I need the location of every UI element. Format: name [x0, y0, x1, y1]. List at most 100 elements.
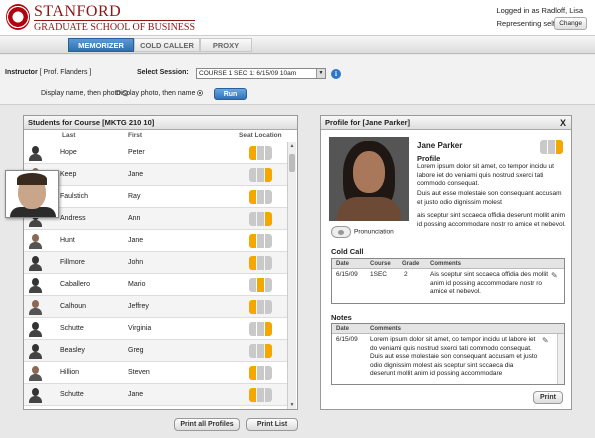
table-row[interactable]: Schutte Virginia — [24, 318, 288, 340]
seat-segment — [257, 300, 264, 314]
table-row[interactable]: Hope Peter — [24, 142, 288, 164]
scrollbar[interactable]: ▲ ▼ — [287, 142, 296, 409]
table-row[interactable]: Andress Ann — [24, 208, 288, 230]
seat-location — [249, 256, 273, 270]
print-list-button[interactable]: Print List — [246, 418, 298, 431]
table-row[interactable]: Beasley Greg — [24, 340, 288, 362]
student-avatar[interactable] — [28, 233, 42, 249]
seat-location — [249, 388, 273, 402]
student-last-name: Faulstich — [60, 193, 89, 200]
seat-segment — [257, 212, 264, 226]
students-panel-title: Students for Course [MKTG 210 10] — [24, 116, 297, 130]
scroll-thumb[interactable] — [289, 154, 295, 172]
seat-segment — [249, 300, 256, 314]
notes-scrollbar[interactable] — [557, 334, 564, 384]
tab-memorizer[interactable]: MEMORIZER — [68, 38, 134, 52]
student-avatar[interactable] — [28, 255, 42, 271]
profile-paragraph: ais sceptur sint sccaeca offidia deserun… — [417, 212, 566, 228]
table-row[interactable]: Caballero Mario — [24, 274, 288, 296]
seat-segment — [257, 190, 264, 204]
student-avatar[interactable] — [28, 387, 42, 403]
edit-pencil-icon[interactable]: ✎ — [551, 271, 558, 281]
speaker-icon[interactable] — [331, 226, 351, 238]
instructor-value: [ Prof. Flanders ] — [39, 69, 92, 76]
seat-segment — [265, 388, 272, 402]
pronunciation[interactable]: Pronunciation — [331, 226, 394, 238]
photo-body — [337, 197, 401, 221]
notes-title: Notes — [331, 313, 352, 322]
student-last-name: Fillmore — [60, 259, 85, 266]
chevron-down-icon[interactable]: ▼ — [316, 69, 325, 78]
instructor-label: Instructor [ Prof. Flanders ] — [5, 69, 92, 76]
scroll-down-icon[interactable]: ▼ — [288, 401, 296, 409]
session-select-value: COURSE 1 SEC 1: 6/15/09 10am — [199, 70, 297, 77]
seat-segment — [265, 212, 272, 226]
session-select[interactable]: COURSE 1 SEC 1: 6/15/09 10am ▼ — [196, 68, 326, 79]
seat-location — [249, 234, 273, 248]
change-button[interactable]: Change — [554, 17, 587, 30]
radio-photo-then-name[interactable] — [197, 90, 204, 97]
student-last-name: Schutte — [60, 391, 84, 398]
notes-table: Date Comments 6/15/09 Lorem ipsum dolor … — [331, 323, 565, 385]
seat-segment — [265, 300, 272, 314]
seat-segment — [265, 278, 272, 292]
col-first-header[interactable]: First — [128, 132, 142, 139]
student-last-name: Schutte — [60, 325, 84, 332]
header-comments: Comments — [370, 326, 402, 332]
student-last-name: Keep — [60, 171, 77, 178]
notes-header: Date Comments — [332, 324, 564, 334]
seat-segment — [249, 366, 256, 380]
display-option-2[interactable]: Display photo, then name — [116, 90, 204, 97]
table-row[interactable]: Keep Jane — [24, 164, 288, 186]
student-first-name: Jane — [128, 237, 144, 244]
seat-segment — [257, 322, 264, 336]
table-row[interactable]: Calhoun Jeffrey — [24, 296, 288, 318]
seat-segment — [257, 168, 264, 182]
cc-date: 6/15/09 — [336, 271, 358, 278]
student-avatar[interactable] — [28, 343, 42, 359]
student-avatar[interactable] — [28, 277, 42, 293]
seat-segment — [249, 278, 256, 292]
profile-paragraph: Duis aut esse molestaie son consequant a… — [417, 190, 562, 206]
seat-segment — [249, 168, 256, 182]
edit-pencil-icon[interactable]: ✎ — [542, 336, 549, 346]
seat-segment — [548, 140, 555, 154]
scroll-up-icon[interactable]: ▲ — [288, 142, 296, 150]
student-first-name: Jane — [128, 391, 144, 398]
seat-segment — [257, 256, 264, 270]
info-icon[interactable]: i — [331, 69, 341, 79]
run-button[interactable]: Run — [214, 88, 247, 100]
print-all-profiles-button[interactable]: Print all Profiles — [174, 418, 240, 431]
student-last-name: Andress — [60, 215, 86, 222]
table-row[interactable]: Hillion Steven — [24, 362, 288, 384]
student-first-name: Greg — [128, 347, 144, 354]
cc-grade: 2 — [404, 271, 408, 278]
table-row[interactable]: Fillmore John — [24, 252, 288, 274]
tab-proxy[interactable]: PROXY — [200, 38, 252, 52]
student-avatar[interactable] — [28, 321, 42, 337]
seat-location — [249, 344, 273, 358]
table-row[interactable]: Hunt Jane — [24, 230, 288, 252]
col-last-header[interactable]: Last — [62, 132, 75, 139]
print-button[interactable]: Print — [533, 391, 563, 404]
seat-location — [249, 300, 273, 314]
seat-segment — [265, 190, 272, 204]
table-row[interactable]: Schutte Jane — [24, 384, 288, 406]
tab-cold-caller[interactable]: COLD CALLER — [134, 38, 200, 52]
student-first-name: Ray — [128, 193, 141, 200]
student-avatar[interactable] — [28, 365, 42, 381]
table-row[interactable]: Faulstich Ray — [24, 186, 288, 208]
header-date: Date — [336, 326, 350, 332]
stanford-seal-logo — [6, 4, 30, 30]
table-row[interactable]: MelloCathy — [24, 406, 288, 409]
cc-comment: Ais sceptur sint sccaeca offidia des mol… — [430, 271, 549, 295]
representing-text: Representing self — [496, 19, 555, 28]
student-avatar[interactable] — [28, 145, 42, 161]
student-first-name: John — [128, 259, 144, 266]
col-seat-header[interactable]: Seat Location — [239, 132, 282, 139]
close-icon[interactable]: X — [560, 118, 566, 128]
seat-segment — [257, 388, 264, 402]
student-avatar[interactable] — [28, 299, 42, 315]
student-first-name: Jeffrey — [128, 303, 149, 310]
cc-course: 1SEC — [370, 271, 387, 278]
